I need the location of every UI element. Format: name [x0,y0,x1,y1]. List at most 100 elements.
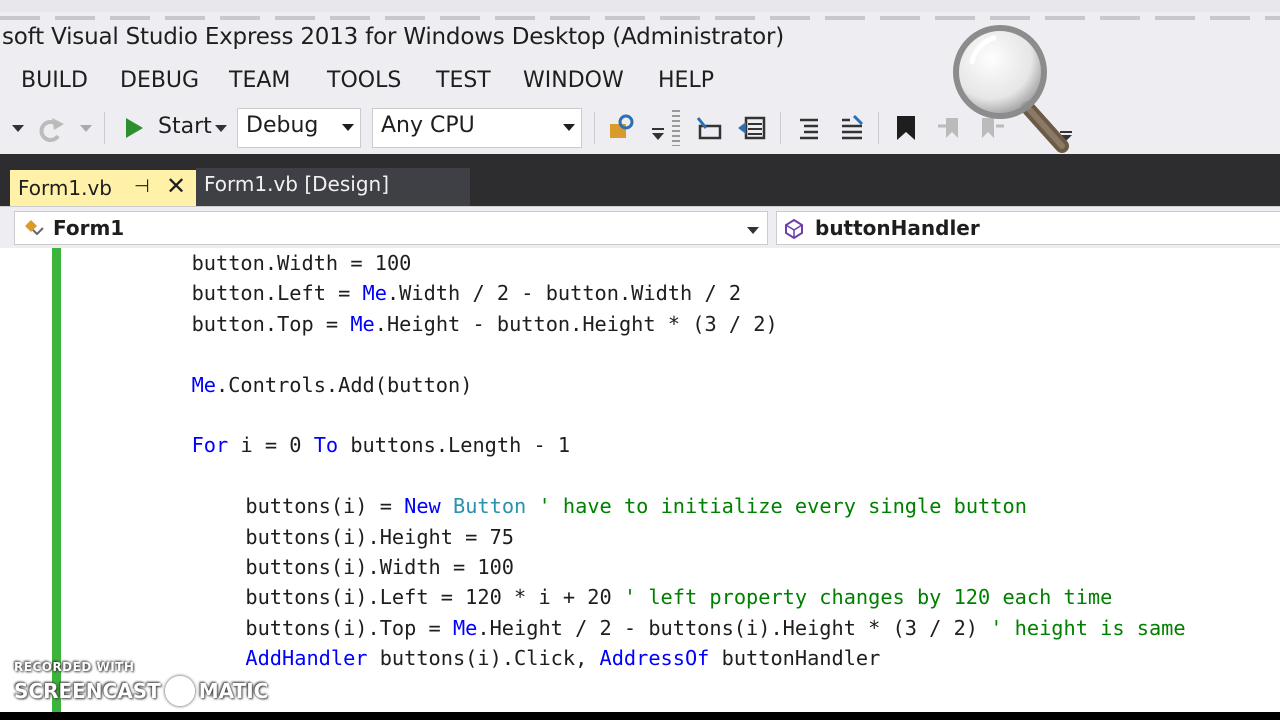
code-token: To [313,433,339,458]
menu-team[interactable]: TEAM [229,68,290,93]
screencast-watermark: RECORDED WITH SCREENCAST MATIC [14,660,268,706]
code-line: button.Left = Me.Width / 2 - button.Widt… [192,278,741,308]
document-tab-strip: Form1.vb ⊣ ✕ [0,154,1280,206]
solution-configuration-select[interactable]: Debug [237,108,361,148]
bookmark-icon[interactable] [894,114,918,142]
code-token: buttons(i).Width = 100 [245,555,515,579]
code-token: buttonHandler [709,646,881,671]
code-token: Me [452,615,478,640]
code-token: buttons(i).Height = 75 [245,524,515,549]
menu-bar: BUILD DEBUG TEAM TOOLS TEST WINDOW HELP [0,62,1280,102]
standard-toolbar: Start Debug Any CPU [0,102,1280,154]
toolbar-separator [780,112,781,144]
title-bar-edge [0,16,1280,20]
step-into-icon[interactable] [694,114,724,142]
code-token: Me [350,311,375,336]
ide-window: soft Visual Studio Express 2013 for Wind… [0,0,1280,712]
toolbar-overflow-icon[interactable] [650,126,666,142]
toolbar-grip[interactable] [672,110,680,146]
menu-debug[interactable]: DEBUG [120,68,199,93]
window-title: soft Visual Studio Express 2013 for Wind… [2,24,784,50]
chevron-down-icon [563,124,575,131]
code-line: buttons(i).Width = 100 [245,552,514,582]
code-line: buttons(i).Height = 75 [245,522,514,552]
class-name-value: Form1 [53,216,125,240]
platform-value: Any CPU [381,113,475,138]
code-token: New [404,494,441,519]
start-label: Start [158,114,212,139]
tab-form1-vb-design[interactable]: Form1.vb [Design] [196,168,470,206]
watermark-brand-left: SCREENCAST [14,679,161,703]
zoom-magnifier-icon [953,25,1069,153]
code-token: buttons(i) = [245,494,405,519]
code-line: AddHandler buttons(i).Click, AddressOf b… [245,643,880,673]
code-token: ' have to initialize every single button [538,494,1027,519]
code-navigation-bar: Form1 buttonHandler [0,206,1280,248]
code-token: For [191,433,229,458]
code-token: .Width / 2 - button.Width / 2 [386,281,742,306]
title-bar: soft Visual Studio Express 2013 for Wind… [0,0,1280,62]
code-token: AddressOf [599,646,710,671]
watermark-recorded-with: RECORDED WITH [14,660,135,674]
code-editor[interactable]: button.Width = 100 button.Left = Me.Width… [0,248,1280,712]
code-line: button.Width = 100 [192,248,412,278]
chevron-down-icon [342,124,354,131]
code-token: button.Left = [191,281,363,306]
menu-tools[interactable]: TOOLS [327,68,401,93]
watermark-brand-right: MATIC [198,679,269,703]
step-over-icon[interactable] [736,114,768,142]
undo-dropdown-arrow-icon[interactable] [10,122,26,134]
editor-margin [0,248,48,712]
tab-label: Form1.vb [18,176,112,200]
method-name-value: buttonHandler [815,216,980,240]
toolbar-separator [594,112,595,144]
solution-platform-select[interactable]: Any CPU [372,108,582,148]
code-token: .Height / 2 - buttons(i).Height * (3 / 2… [477,615,991,640]
code-token: buttons.Length - 1 [338,433,571,458]
configuration-value: Debug [246,113,319,138]
code-line: Me.Controls.Add(button) [192,370,473,400]
code-token: buttons(i).Click, [367,646,600,671]
code-line: For i = 0 To buttons.Length - 1 [192,430,571,460]
code-token: .Controls.Add(button) [216,372,473,397]
screencast-logo-icon [164,676,195,706]
tab-label: Form1.vb [Design] [204,172,390,196]
class-icon [25,220,44,236]
code-token: button.Width = 100 [191,251,412,275]
toolbar-separator [104,112,105,144]
code-token: Me [362,281,387,306]
play-icon [126,118,143,138]
menu-test[interactable]: TEST [436,68,491,93]
toolbar-separator [878,112,879,144]
menu-build[interactable]: BUILD [21,68,88,93]
code-line: buttons(i).Top = Me.Height / 2 - buttons… [245,613,1185,643]
change-tracking-bar [52,248,61,712]
redo-icon[interactable] [36,114,66,142]
find-in-files-icon[interactable] [606,112,640,144]
redo-dropdown-arrow-icon[interactable] [78,122,94,134]
code-token: buttons(i).Top = [245,615,453,640]
tab-form1-vb[interactable]: Form1.vb ⊣ ✕ [10,170,196,206]
close-icon[interactable]: ✕ [166,172,186,200]
video-bottom-border [0,712,1280,720]
code-token: buttons(i).Left = 120 * i + 20 [245,585,624,610]
pin-icon[interactable]: ⊣ [134,176,150,197]
class-name-dropdown[interactable]: Form1 [14,211,768,245]
code-token: Button [453,494,527,519]
code-token: button.Top = [191,311,351,336]
menu-help[interactable]: HELP [658,68,714,93]
code-line: buttons(i) = New Button ' have to initia… [245,491,1027,521]
uncomment-lines-icon[interactable] [838,114,866,142]
comment-out-lines-icon[interactable] [796,116,822,140]
code-line: buttons(i).Left = 120 * i + 20 ' left pr… [245,582,1112,612]
watermark-brand: SCREENCAST MATIC [14,676,268,706]
code-token: ' left property changes by 120 each time [623,585,1113,610]
code-token: ' height is same [990,615,1186,640]
chevron-down-icon [747,227,759,234]
start-dropdown-arrow-icon [215,125,227,132]
method-name-dropdown[interactable]: buttonHandler [776,211,1280,245]
menu-window[interactable]: WINDOW [523,68,624,93]
code-token: i = 0 [228,433,314,458]
start-button[interactable]: Start [118,108,234,148]
